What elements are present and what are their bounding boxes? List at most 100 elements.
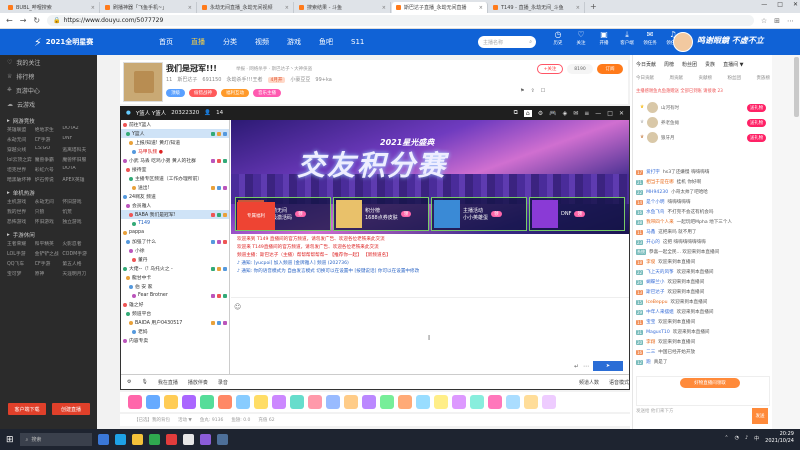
browser-tab[interactable]: 斯巴达子直播_永劫无间直播 × [392,2,488,13]
voice-app-icon[interactable] [199,434,211,445]
sidebar-category[interactable]: APEX英雄 [62,176,90,183]
gift-icon[interactable] [254,395,268,409]
room-tag[interactable]: 音乐主播 [253,89,281,97]
channel-tree-item[interactable]: 主播专区频道（工作办理所前） [121,174,229,183]
card-claim-button[interactable]: 领 [400,211,412,217]
sidebar-category[interactable]: 永劫无间 [35,198,63,205]
right-subtab[interactable]: 贵族榜 [757,75,771,85]
right-tab[interactable]: 贵族 [701,61,719,71]
gift-icon[interactable] [164,395,178,409]
header-icon-button[interactable]: ♡ 关注 [571,31,591,47]
right-subtab[interactable]: 贡献榜 [699,75,713,85]
chat-input[interactable] [231,297,629,359]
app-icon[interactable] [165,434,177,445]
channel-tree-item[interactable]: 送出! [121,183,229,192]
channel-tree-item[interactable]: Y篮人 [121,129,229,138]
game-icon[interactable]: 🎮 [549,110,556,117]
danmu-user[interactable]: 是个小明 [646,199,664,205]
sidebar-category[interactable]: 穿越火线 [7,146,35,153]
site-logo[interactable]: ⚡ 2021全明星赛 [0,29,150,55]
sidebar-category[interactable]: CODM手游 [62,250,90,257]
sidebar-category[interactable]: 宝可梦 [7,270,35,277]
tab-close-icon[interactable]: × [576,5,580,11]
client-toolbar-item[interactable]: 我在直播 [158,379,178,386]
room-tag[interactable]: 顶级 [166,89,185,97]
gift-icon[interactable] [272,395,286,409]
danmu-user[interactable]: 开心的 [646,239,660,245]
card-claim-button[interactable]: 领 [295,211,306,217]
right-tab[interactable]: 今日贡献 [632,61,660,71]
gift-icon[interactable] [128,395,142,409]
sidebar-category[interactable]: 和平精英 [35,240,63,247]
channel-tree-item[interactable]: 老妈 [121,327,229,336]
sidebar-category[interactable]: lol云顶之弈 [7,156,35,163]
channel-tree-item[interactable]: 前往Y篮人 [121,120,229,129]
taskbar-search[interactable]: ⌕ 搜索 [19,433,92,446]
gift-icon[interactable] [398,395,412,409]
page-scrollbar[interactable] [772,55,800,429]
subscribe-button[interactable]: 订阅 [597,64,623,74]
right-tab[interactable]: 周榜 [660,61,678,71]
sidebar-category[interactable]: 恐怖游戏 [7,218,35,225]
channel-tree-item[interactable]: 接待室 [121,165,229,174]
danmu-user[interactable]: 中年人来摆姐 [646,309,674,315]
tab-close-icon[interactable]: × [91,5,95,11]
danmu-user[interactable]: 宝宝 [646,319,655,325]
right-subtab[interactable]: 周贡献 [670,75,684,85]
shirt-icon[interactable]: ◈ [563,110,568,117]
share-icon[interactable]: ⇪ [530,88,534,94]
browser-tab[interactable]: 刷播神器「飞鱼手机~」 × [101,2,197,13]
sidebar-category[interactable]: 天涯明月刀 [62,270,90,277]
danmu-user[interactable]: 李俊 [646,259,655,265]
sidebar-category[interactable]: 金铲铲之战 [35,250,63,257]
client-status-item[interactable]: 频道人数 [579,379,599,386]
rank-gift-button[interactable]: 送礼物 [747,118,766,127]
channel-tree-item[interactable]: 会员雅人 [121,201,229,210]
forward-icon[interactable]: → [20,16,27,25]
maximize-icon[interactable]: □ [777,1,783,8]
gift-icon[interactable] [362,395,376,409]
sidebar-category[interactable]: 只狼 [35,208,63,215]
danmu-user[interactable]: 二三 [646,349,655,355]
nav-item[interactable]: 直播 [182,29,214,55]
gift-icon[interactable] [218,395,232,409]
danmu-user[interactable]: 爱打字 [646,169,660,175]
room-tag[interactable]: 偷猎战神 [189,89,217,97]
gift-icon[interactable] [470,395,484,409]
danmu-user[interactable]: IceBeppu [646,300,667,305]
gift-icon[interactable] [452,395,466,409]
home-icon[interactable]: ⌂ [523,109,532,117]
gift-icon[interactable] [488,395,502,409]
sidebar-category[interactable]: 怀旧游戏 [62,198,90,205]
channel-tree-item[interactable]: BAIDA 用户0430517 [121,318,229,327]
right-tab[interactable]: 直播间 ▼ [719,61,747,71]
danmu-user[interactable]: 蝴蝶兰小 [646,279,664,285]
channel-tree-item[interactable]: 小武 马丢 吃鸡小弟 黄人的社群 [121,156,229,165]
chat-options-icon[interactable]: ⋯ [583,363,589,370]
browser-tab[interactable]: 搜索结果 - 斗鱼 × [295,2,391,13]
maximize-icon[interactable]: □ [607,110,613,117]
taskview-icon[interactable] [97,434,109,445]
gift-icon[interactable] [344,395,358,409]
danmu-user[interactable]: 相当于是在哪 [646,179,674,185]
tab-close-icon[interactable]: × [479,5,483,11]
client-toolbar-item[interactable]: 录音 [218,379,228,386]
nav-item[interactable]: 分类 [214,29,246,55]
reload-icon[interactable]: ↻ [33,16,40,25]
nav-item[interactable]: 视频 [246,29,278,55]
sidebar-category[interactable]: 英雄联盟 [7,126,35,133]
channel-tree-item[interactable]: 龍甘中卡 [121,273,229,282]
gift-icon[interactable] [326,395,340,409]
tab-close-icon[interactable]: × [382,5,386,11]
browser-tab[interactable]: 永劫无间直播_永劫无间视频 × [198,2,294,13]
volume-icon[interactable]: ♪ [745,435,748,441]
user-avatar[interactable] [673,32,693,52]
danmu-user[interactable]: 马鑫 [646,229,655,235]
channel-tree-item[interactable]: 24啊友 频道 [121,192,229,201]
settings-icon[interactable]: ⚙ [538,110,543,117]
tray-arrow-icon[interactable]: ⌃ [724,435,728,441]
sidebar-category[interactable]: 坦克世界 [7,166,35,173]
tab-close-icon[interactable]: × [285,5,289,11]
room-tag[interactable]: 福利互动 [221,89,249,97]
sidebar-item[interactable]: ♕ 排行榜 [0,69,97,83]
